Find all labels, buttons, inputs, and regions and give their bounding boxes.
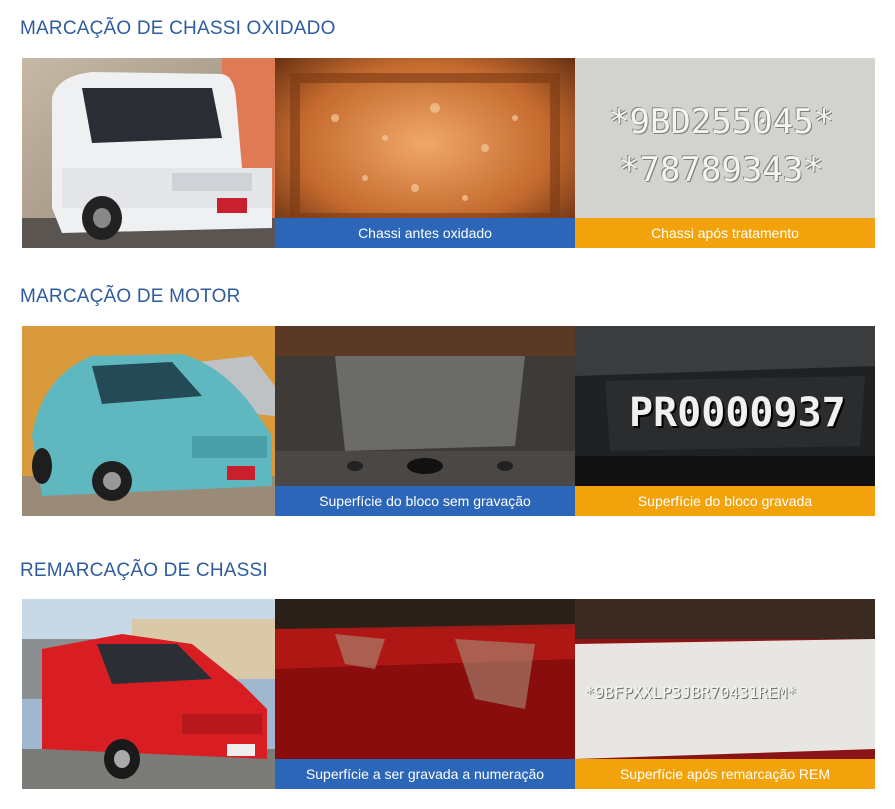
caption-after: Superfície do bloco gravada (575, 486, 875, 516)
red-pickup-photo (22, 599, 275, 789)
white-van-photo (22, 58, 275, 248)
caption-before: Superfície a ser gravada a numeração (275, 759, 575, 789)
engraved-engine-number: PR0000937 (629, 390, 846, 436)
stamped-number-line-1: *9BD255045* (609, 102, 835, 142)
red-surface-photo: Superfície a ser gravada a numeração (275, 599, 575, 789)
section-title: MARCAÇÃO DE MOTOR (20, 286, 241, 307)
teal-car-photo (22, 326, 275, 516)
section-title: REMARCAÇÃO DE CHASSI (20, 560, 268, 581)
engine-block-engraved-photo: PR0000937 Superfície do bloco gravada (575, 326, 875, 516)
section-title: MARCAÇÃO DE CHASSI OXIDADO (20, 18, 336, 39)
caption-before: Chassi antes oxidado (275, 218, 575, 248)
caption-after: Superfície após remarcação REM (575, 759, 875, 789)
caption-after: Chassi após tratamento (575, 218, 875, 248)
image-row: Superfície do bloco sem gravação PR00009… (22, 326, 875, 516)
treated-chassis-photo: *9BD255045* *78789343* Chassi após trata… (575, 58, 875, 248)
remarked-surface-photo: *9BFPXXLP3JBR70431REM* Superfície após r… (575, 599, 875, 789)
image-row: Superfície a ser gravada a numeração *9B… (22, 599, 875, 789)
stamped-number-line-2: *78789343* (619, 150, 824, 190)
caption-before: Superfície do bloco sem gravação (275, 486, 575, 516)
rusted-chassis-photo: Chassi antes oxidado (275, 58, 575, 248)
engine-block-blank-photo: Superfície do bloco sem gravação (275, 326, 575, 516)
image-row: Chassi antes oxidado *9BD255045* *787893… (22, 58, 875, 248)
remarked-chassis-number: *9BFPXXLP3JBR70431REM* (585, 683, 797, 702)
